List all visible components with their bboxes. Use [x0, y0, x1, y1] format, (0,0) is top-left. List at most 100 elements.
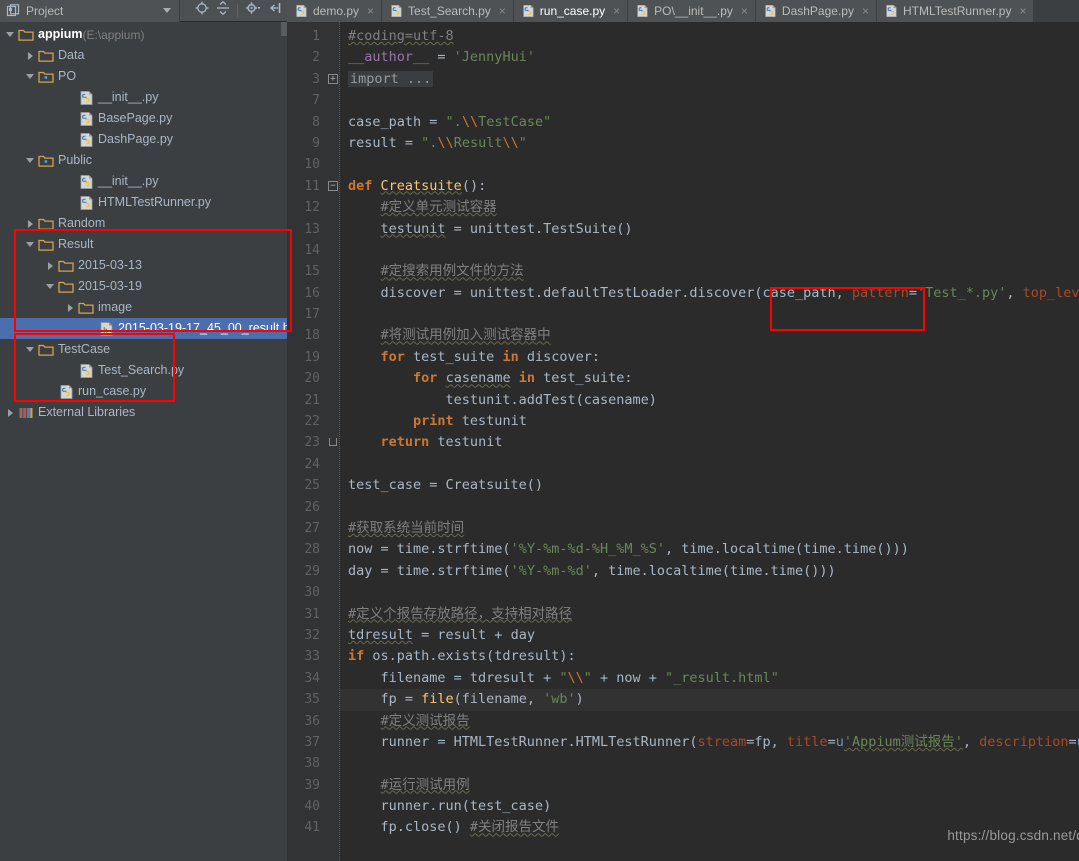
code-line[interactable]: #将测试用例加入测试容器中 — [340, 325, 1079, 346]
code-line[interactable]: #定义个报告存放路径，支持相对路径 — [340, 604, 1079, 625]
code-line[interactable]: #coding=utf-8 — [340, 26, 1079, 47]
code-line[interactable]: for test_suite in discover: — [340, 347, 1079, 368]
chevron-down-icon[interactable] — [24, 70, 37, 83]
collapse-all-icon[interactable] — [216, 0, 230, 20]
code-line[interactable]: if os.path.exists(tdresult): — [340, 646, 1079, 667]
code-line[interactable]: __author__ = 'JennyHui' — [340, 47, 1079, 68]
code-line[interactable]: print testunit — [340, 411, 1079, 432]
tree-row-label: image — [98, 300, 133, 314]
chevron-down-icon[interactable] — [163, 8, 171, 13]
code-line[interactable]: def Creatsuite(): — [340, 176, 1079, 197]
hide-panel-icon[interactable] — [268, 1, 282, 20]
tree-row-2015-03-19-17-45-00-result-html[interactable]: h 2015-03-19-17_45_00_result.html — [0, 318, 287, 339]
editor-tab-run-case-py[interactable]: run_case.py × — [513, 0, 629, 22]
tree-row-random[interactable]: Random — [0, 213, 287, 234]
editor-tab-demo-py[interactable]: demo.py × — [287, 0, 383, 22]
code-line[interactable] — [340, 240, 1079, 261]
code-line[interactable]: tdresult = result + day — [340, 625, 1079, 646]
code-line[interactable]: filename = tdresult + "\\" + now + "_res… — [340, 668, 1079, 689]
fold-marker-slot — [327, 368, 339, 389]
chevron-down-icon[interactable] — [44, 280, 57, 293]
fold-marker-slot — [327, 432, 339, 453]
fold-region-end-icon[interactable] — [329, 438, 337, 447]
tree-row-label: __init__.py — [98, 90, 159, 104]
fold-expand-icon[interactable]: + — [328, 73, 338, 84]
code-line[interactable]: runner.run(test_case) — [340, 796, 1079, 817]
chevron-down-icon[interactable] — [24, 238, 37, 251]
tree-row-image[interactable]: image — [0, 297, 287, 318]
tree-row-result[interactable]: Result — [0, 234, 287, 255]
code-line[interactable]: runner = HTMLTestRunner.HTMLTestRunner(s… — [340, 732, 1079, 753]
code-line[interactable] — [340, 304, 1079, 325]
fold-collapse-icon[interactable]: − — [328, 180, 338, 191]
editor-tab-htmltestrunner-py[interactable]: HTMLTestRunner.py × — [876, 0, 1035, 22]
tree-row-run-case-py[interactable]: run_case.py — [0, 381, 287, 402]
tree-row-init-py[interactable]: __init__.py — [0, 171, 287, 192]
tree-row-init-py[interactable]: __init__.py — [0, 87, 287, 108]
editor-tab-po-init-py[interactable]: PO\__init__.py × — [628, 0, 756, 22]
close-icon[interactable]: × — [613, 5, 620, 17]
code-line[interactable] — [340, 90, 1079, 111]
tree-row-external-libraries[interactable]: External Libraries — [0, 402, 287, 423]
code-editor[interactable]: 1 2 3 7 8 9 10 11 12 13 14 15 16 17 18 19 20 21 22 23 24 25 26… — [287, 22, 1079, 861]
tree-row-data[interactable]: Data — [0, 45, 287, 66]
code-line[interactable]: testunit = unittest.TestSuite() — [340, 219, 1079, 240]
project-tree[interactable]: appium (E:\appium) Data PO __init__.py BaseP… — [0, 22, 287, 861]
close-icon[interactable]: × — [499, 5, 506, 17]
chevron-down-icon[interactable] — [4, 28, 17, 41]
chevron-right-icon[interactable] — [24, 217, 37, 230]
tree-row-appium[interactable]: appium (E:\appium) — [0, 24, 287, 45]
code-line[interactable]: test_case = Creatsuite() — [340, 475, 1079, 496]
code-line[interactable]: testunit.addTest(casename) — [340, 390, 1079, 411]
chevron-right-icon[interactable] — [64, 301, 77, 314]
tree-row-po[interactable]: PO — [0, 66, 287, 87]
code-fold-gutter[interactable]: + − — [327, 22, 340, 861]
chevron-down-icon[interactable] — [24, 343, 37, 356]
chevron-right-icon[interactable] — [24, 49, 37, 62]
code-line[interactable] — [340, 154, 1079, 175]
code-line[interactable]: #获取系统当前时间 — [340, 518, 1079, 539]
code-line[interactable]: now = time.strftime('%Y-%m-%d-%H_%M_%S',… — [340, 539, 1079, 560]
settings-gear-icon[interactable] — [245, 1, 261, 20]
tree-row-test-search-py[interactable]: Test_Search.py — [0, 360, 287, 381]
close-icon[interactable]: × — [862, 5, 869, 17]
code-line[interactable]: #定义单元测试容器 — [340, 197, 1079, 218]
code-line[interactable]: case_path = ".\\TestCase" — [340, 112, 1079, 133]
code-line[interactable]: for casename in test_suite: — [340, 368, 1079, 389]
tree-row-2015-03-13[interactable]: 2015-03-13 — [0, 255, 287, 276]
code-line[interactable] — [340, 497, 1079, 518]
code-line[interactable]: day = time.strftime('%Y-%m-%d', time.loc… — [340, 561, 1079, 582]
line-number: 10 — [304, 157, 320, 173]
tree-row-testcase[interactable]: TestCase — [0, 339, 287, 360]
chevron-right-icon[interactable] — [4, 406, 17, 419]
close-icon[interactable]: × — [741, 5, 748, 17]
code-line[interactable]: #定搜索用例文件的方法 — [340, 261, 1079, 282]
code-line[interactable]: return testunit — [340, 432, 1079, 453]
code-content[interactable]: #coding=utf-8 __author__ = 'JennyHui' impo… — [340, 22, 1079, 861]
project-tab[interactable]: Project — [0, 0, 180, 22]
tree-row-dashpage-py[interactable]: DashPage.py — [0, 129, 287, 150]
chevron-down-icon[interactable] — [24, 154, 37, 167]
close-icon[interactable]: × — [1019, 5, 1026, 17]
chevron-right-icon[interactable] — [44, 259, 57, 272]
code-line[interactable]: #定义测试报告 — [340, 711, 1079, 732]
editor-tab-dashpage-py[interactable]: DashPage.py × — [755, 0, 877, 22]
tree-row-2015-03-19[interactable]: 2015-03-19 — [0, 276, 287, 297]
code-line[interactable]: result = ".\\Result\\" — [340, 133, 1079, 154]
code-line[interactable]: import ... — [340, 69, 1079, 90]
fold-marker-slot — [327, 304, 339, 325]
locate-target-icon[interactable] — [195, 1, 209, 20]
tree-row-basepage-py[interactable]: BasePage.py — [0, 108, 287, 129]
code-line[interactable] — [340, 753, 1079, 774]
line-number: 12 — [304, 200, 320, 216]
code-line[interactable]: #运行测试用例 — [340, 775, 1079, 796]
code-line[interactable]: fp = file(filename, 'wb') — [340, 689, 1079, 711]
tree-row-public[interactable]: Public — [0, 150, 287, 171]
code-line[interactable] — [340, 454, 1079, 475]
fold-marker-slot — [327, 732, 339, 753]
code-line[interactable] — [340, 582, 1079, 603]
code-line[interactable]: discover = unittest.defaultTestLoader.di… — [340, 283, 1079, 304]
close-icon[interactable]: × — [367, 5, 374, 17]
editor-tab-test-search-py[interactable]: Test_Search.py × — [382, 0, 514, 22]
tree-row-htmltestrunner-py[interactable]: HTMLTestRunner.py — [0, 192, 287, 213]
